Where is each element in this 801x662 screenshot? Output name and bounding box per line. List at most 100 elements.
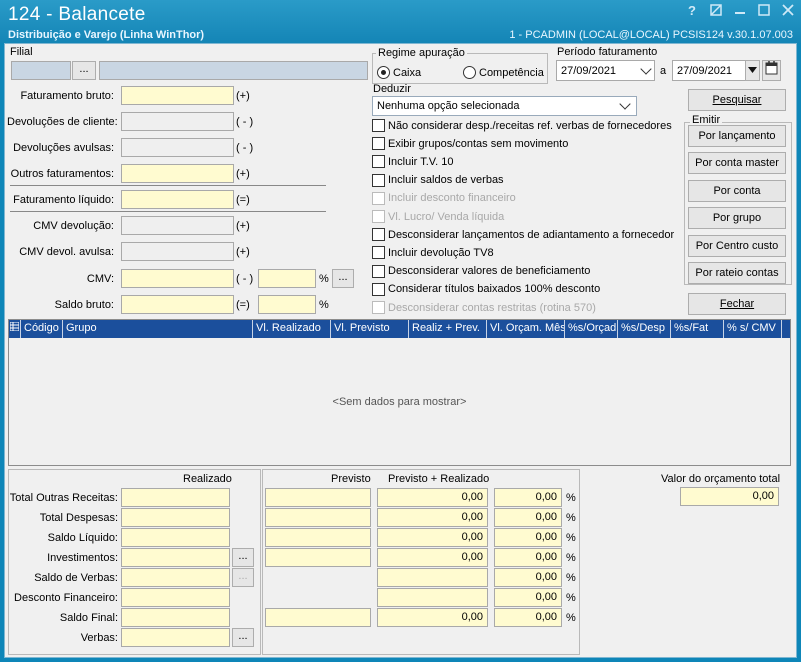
chevron-down-icon[interactable] (640, 63, 652, 75)
calendar-button[interactable] (762, 60, 781, 81)
regime-competencia-label: Competência (479, 66, 544, 79)
grid-column-header[interactable]: Realiz + Prev. (409, 320, 487, 338)
emitir-button[interactable]: Por conta master (688, 152, 786, 175)
option-checkbox[interactable]: Desconsiderar lançamentos de adiantament… (372, 228, 674, 242)
amount-field (121, 242, 234, 261)
option-checkbox[interactable]: Desconsiderar valores de beneficiamento (372, 264, 591, 278)
percent-sign: % (566, 612, 576, 624)
help-icon[interactable]: ? (685, 4, 699, 18)
grid-column-header[interactable]: Vl. Realizado (253, 320, 331, 338)
cmv-browse-button[interactable]: ... (332, 269, 354, 288)
deduzir-select[interactable]: Nenhuma opção selecionada (372, 96, 637, 116)
operator-sign: ( - ) (236, 116, 254, 128)
radio-indicator-caixa[interactable] (377, 66, 390, 79)
checkbox-box[interactable] (372, 264, 385, 278)
orcamento-label: Valor do orçamento total (661, 473, 781, 485)
option-label: Não considerar desp./receitas ref. verba… (388, 119, 672, 132)
amount-field[interactable] (121, 164, 234, 183)
realizado-field (121, 588, 230, 607)
checkbox-box[interactable] (372, 246, 385, 260)
amount-field[interactable] (121, 86, 234, 105)
percent-sign: % (566, 552, 576, 564)
minimize-icon[interactable] (733, 4, 747, 18)
grid-column-header[interactable]: %s/Orçad (565, 320, 618, 338)
fechar-button[interactable]: Fechar (688, 293, 786, 315)
totals-label: Saldo Final: (59, 612, 118, 624)
realizado-field (121, 528, 230, 547)
regime-competencia-radio[interactable]: Competência (463, 66, 544, 79)
prev-real-field: 0,00 (377, 548, 488, 567)
grid-column-header[interactable]: Grupo (63, 320, 253, 338)
emitir-button[interactable]: Por lançamento (688, 125, 786, 147)
prev-real-field (377, 568, 488, 587)
periodo-from-date[interactable]: 27/09/2021 (556, 60, 655, 81)
chevron-down-icon[interactable] (619, 98, 631, 110)
operator-sign: (+) (236, 246, 250, 258)
checkbox-box[interactable] (372, 119, 385, 132)
window-subtitle: Distribuição e Varejo (Linha WinThor) (8, 29, 205, 41)
results-grid[interactable]: Código Grupo Vl. Realizado Vl. Previsto Real… (8, 319, 791, 466)
emitir-button[interactable]: Por grupo (688, 207, 786, 230)
restore-icon[interactable] (709, 4, 723, 18)
percent-field: 0,00 (494, 528, 562, 547)
saldo-bruto-label: Saldo bruto: (54, 299, 114, 311)
option-label: Incluir T.V. 10 (388, 155, 454, 168)
grid-column-header[interactable]: % s/ CMV (724, 320, 782, 338)
checkbox-box[interactable] (372, 282, 385, 296)
option-checkbox[interactable]: Não considerar desp./receitas ref. verba… (372, 119, 672, 132)
option-checkbox: Vl. Lucro/ Venda líquida (372, 210, 504, 223)
amount-field[interactable] (121, 190, 234, 209)
separator (10, 211, 326, 212)
grid-column-header[interactable]: Vl. Orçam. Mês (487, 320, 565, 338)
filial-browse-button[interactable]: ... (72, 61, 96, 80)
regime-caixa-radio[interactable]: Caixa (377, 66, 421, 79)
checkbox-box[interactable] (372, 137, 385, 151)
grid-column-header[interactable]: Código (21, 320, 63, 338)
option-checkbox[interactable]: Incluir devolução TV8 (372, 246, 494, 260)
regime-caixa-label: Caixa (393, 66, 422, 79)
periodo-separator: a (660, 65, 667, 77)
caret-down-icon (748, 67, 757, 73)
maximize-icon[interactable] (757, 4, 771, 18)
pesquisar-label: Pesquisar (712, 94, 762, 106)
realizado-field (121, 628, 230, 647)
title-bar: 124 - Balancete Distribuição e Varejo (L… (0, 0, 801, 43)
realizado-field (121, 568, 230, 587)
grid-column-header[interactable]: Vl. Previsto (331, 320, 409, 338)
option-checkbox[interactable]: Exibir grupos/contas sem movimento (372, 137, 569, 151)
grid-column-header[interactable]: %s/Desp (618, 320, 671, 338)
periodo-to-date[interactable]: 27/09/2021 (672, 60, 746, 81)
emitir-button[interactable]: Por Centro custo (688, 234, 786, 257)
option-checkbox[interactable]: Considerar títulos baixados 100% descont… (372, 282, 600, 296)
amount-field (121, 216, 234, 235)
option-checkbox[interactable]: Incluir saldos de verbas (372, 173, 504, 187)
option-label: Exibir grupos/contas sem movimento (388, 137, 569, 150)
pesquisar-button[interactable]: Pesquisar (688, 89, 786, 111)
checkbox-box[interactable] (372, 155, 385, 169)
option-label: Vl. Lucro/ Venda líquida (388, 210, 505, 223)
saldo-bruto-percent-sign: % (319, 299, 329, 311)
filial-code-input[interactable] (11, 61, 71, 80)
emitir-button[interactable]: Por conta (688, 179, 786, 202)
grid-column-header[interactable]: %s/Fat (671, 320, 724, 338)
radio-indicator-competencia[interactable] (463, 66, 476, 79)
periodo-from-value: 27/09/2021 (561, 65, 617, 77)
periodo-to-dropdown[interactable] (745, 60, 760, 81)
option-label: Desconsiderar valores de beneficiamento (388, 265, 591, 278)
operator-sign: (+) (236, 220, 250, 232)
grid-empty-message: <Sem dados para mostrar> (332, 396, 467, 408)
regime-title: Regime apuração (376, 47, 467, 59)
option-checkbox[interactable]: Incluir T.V. 10 (372, 155, 454, 169)
checkbox-box[interactable] (372, 173, 385, 187)
checkbox-box[interactable] (372, 228, 385, 242)
close-icon[interactable] (781, 4, 795, 18)
checkbox-box (372, 301, 385, 314)
emitir-button[interactable]: Por rateio contas (688, 262, 786, 284)
browse-button: ... (232, 568, 254, 587)
browse-button[interactable]: ... (232, 628, 254, 647)
grid-menu-icon[interactable] (9, 320, 21, 338)
previsto-field (265, 508, 371, 527)
browse-button[interactable]: ... (232, 548, 254, 567)
prev-real-field: 0,00 (377, 608, 488, 627)
totals-label: Saldo de Verbas: (34, 572, 118, 584)
